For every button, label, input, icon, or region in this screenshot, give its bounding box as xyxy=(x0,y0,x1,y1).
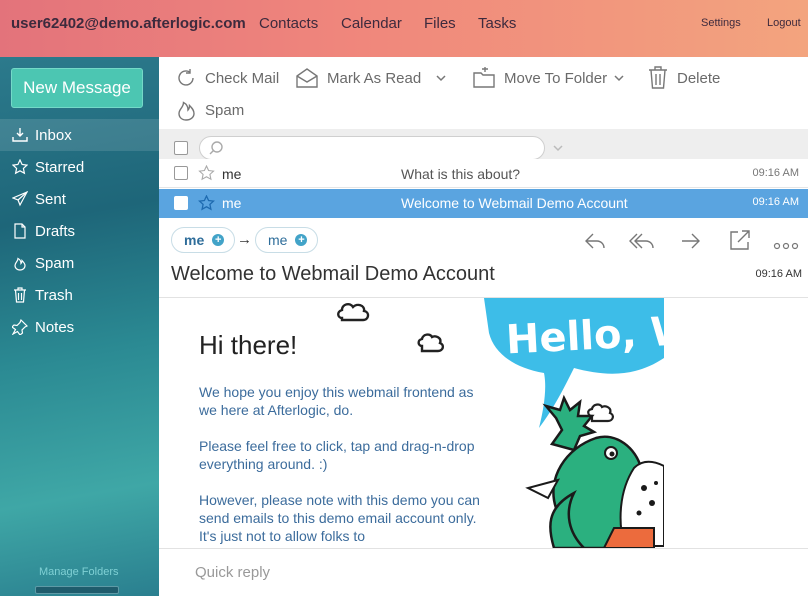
message-subject: Welcome to Webmail Demo Account xyxy=(401,195,628,211)
logout-link[interactable]: Logout xyxy=(767,17,801,29)
folder-label: Drafts xyxy=(35,222,76,240)
select-all-checkbox[interactable] xyxy=(174,141,188,155)
open-in-new-window-icon[interactable] xyxy=(729,229,751,251)
search-input[interactable] xyxy=(199,136,545,160)
add-contact-icon[interactable]: + xyxy=(295,234,308,246)
recipient-arrow: → xyxy=(237,231,252,248)
trash-icon xyxy=(649,66,667,89)
recipient-chip[interactable]: me + xyxy=(255,227,319,253)
folder-starred[interactable]: Starred xyxy=(12,156,84,178)
greeting-heading: Hi there! xyxy=(199,330,298,360)
folder-inbox[interactable]: Inbox xyxy=(12,124,72,146)
body-paragraph: Please feel free to click, tap and drag-… xyxy=(199,438,475,472)
user-account[interactable]: user62402@demo.afterlogic.com xyxy=(11,15,246,32)
trash-icon xyxy=(14,287,26,303)
nav-contacts[interactable]: Contacts xyxy=(259,15,318,32)
send-icon xyxy=(12,191,28,207)
message-time: 09:16 AM xyxy=(752,196,799,208)
search-icon xyxy=(209,141,223,155)
refresh-icon xyxy=(178,69,194,86)
move-to-folder-button[interactable]: Move To Folder xyxy=(472,67,633,89)
sender-chip[interactable]: me + xyxy=(171,227,236,253)
folder-sent[interactable]: Sent xyxy=(12,188,66,210)
folder-trash[interactable]: Trash xyxy=(12,284,73,306)
reply-icon[interactable] xyxy=(583,231,607,251)
forward-icon[interactable] xyxy=(680,231,702,251)
body-paragraph: However, please note with this demo you … xyxy=(199,492,480,544)
folder-label: Trash xyxy=(35,286,73,304)
folder-label: Starred xyxy=(35,158,85,176)
draft-icon xyxy=(14,223,26,239)
message-checkbox[interactable] xyxy=(174,166,188,180)
message-checkbox[interactable] xyxy=(174,196,188,210)
sidebar: New Message Inbox Starred Sent Drafts Sp… xyxy=(0,57,159,596)
delete-button[interactable]: Delete xyxy=(647,66,720,90)
main-panel: Check Mail Mark As Read Move To Folder D… xyxy=(159,57,808,596)
body-paragraph: We hope you enjoy this webmail frontend … xyxy=(199,384,474,418)
folder-label: Sent xyxy=(35,190,66,208)
folder-label: Spam xyxy=(35,254,75,272)
chevron-down-icon xyxy=(614,75,624,82)
message-date: 09:16 AM xyxy=(755,268,802,280)
new-message-button[interactable]: New Message xyxy=(11,68,143,108)
quick-reply-input[interactable]: Quick reply xyxy=(159,548,808,596)
folder-label: Notes xyxy=(35,318,75,336)
nav-tasks[interactable]: Tasks xyxy=(478,15,516,32)
message-from: me xyxy=(222,195,242,211)
manage-folders-link[interactable]: Manage Folders xyxy=(39,566,119,578)
folder-notes[interactable]: Notes xyxy=(12,316,74,338)
chevron-down-icon xyxy=(436,75,446,82)
more-options-icon[interactable] xyxy=(773,242,799,250)
star-icon[interactable] xyxy=(198,165,215,181)
message-time: 09:16 AM xyxy=(752,167,799,179)
envelope-open-icon xyxy=(296,68,318,88)
folder-drafts[interactable]: Drafts xyxy=(12,220,75,242)
folder-label: Inbox xyxy=(35,126,72,144)
add-contact-icon[interactable]: + xyxy=(212,234,225,246)
nav-calendar[interactable]: Calendar xyxy=(341,15,402,32)
message-subject: What is this about? xyxy=(401,166,521,182)
message-row-selected[interactable]: me Welcome to Webmail Demo Account 09:16… xyxy=(159,189,808,218)
mark-as-read-button[interactable]: Mark As Read xyxy=(295,67,455,89)
top-bar: user62402@demo.afterlogic.com Contacts C… xyxy=(0,0,808,57)
check-mail-button[interactable]: Check Mail xyxy=(175,67,279,89)
search-options-chevron-icon[interactable] xyxy=(552,144,564,152)
spam-button[interactable]: Spam xyxy=(175,98,244,122)
folder-spam[interactable]: Spam xyxy=(12,252,74,274)
nav-files[interactable]: Files xyxy=(424,15,456,32)
star-icon xyxy=(12,159,28,175)
message-row[interactable]: me What is this about? 09:16 AM xyxy=(159,159,808,188)
settings-link[interactable]: Settings xyxy=(701,17,741,29)
flame-icon xyxy=(178,101,195,121)
message-subject-title: Welcome to Webmail Demo Account xyxy=(171,263,495,285)
star-icon[interactable] xyxy=(198,195,215,211)
reply-all-icon[interactable] xyxy=(628,231,656,251)
pin-icon xyxy=(12,319,28,335)
message-header: me + → me + Welcome to Webmail Demo Acco… xyxy=(159,222,808,298)
storage-quota-bar xyxy=(35,586,119,594)
inbox-icon xyxy=(12,128,28,142)
move-folder-icon xyxy=(473,67,495,88)
flame-icon xyxy=(14,257,26,271)
message-from: me xyxy=(222,166,242,182)
message-body: Hello, World! Hi there! We hope you enjo… xyxy=(159,298,808,548)
